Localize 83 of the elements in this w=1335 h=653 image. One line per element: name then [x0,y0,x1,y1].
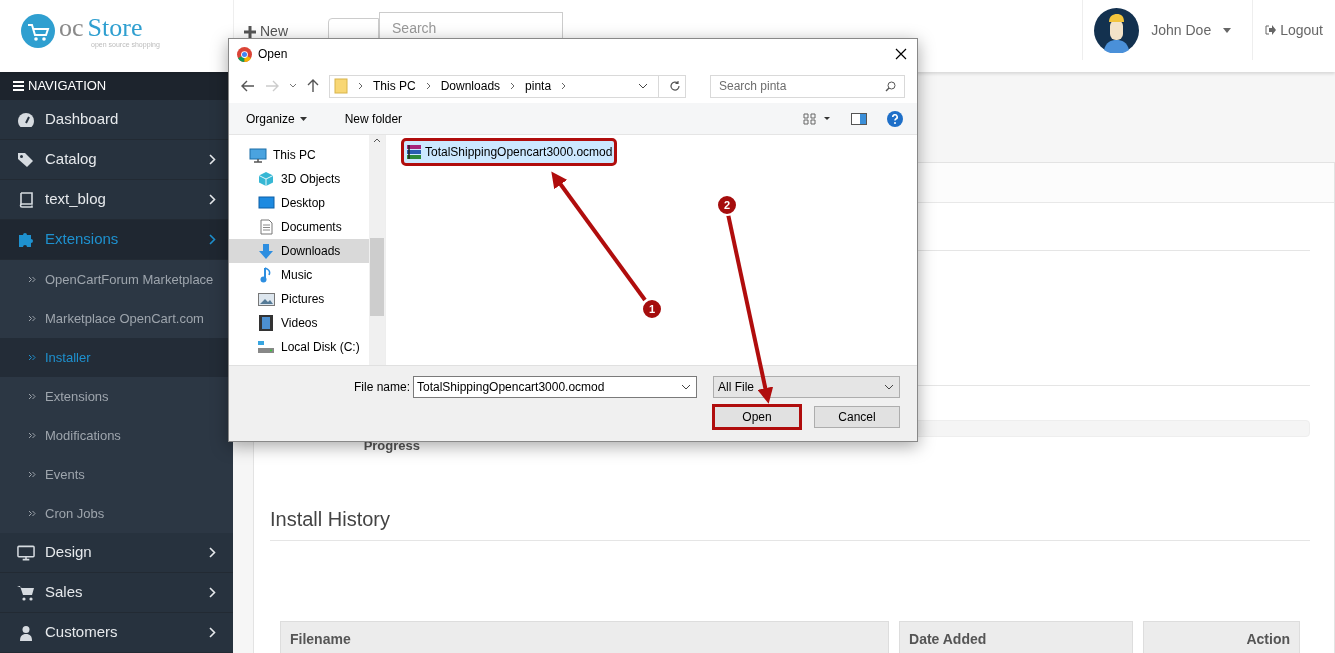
avatar [1094,7,1140,53]
navigation-heading: NAVIGATION [28,77,107,96]
logout-link[interactable]: Logout [1253,19,1335,41]
scrollbar[interactable] [369,135,385,365]
cart-icon [17,584,35,601]
plus-icon [244,25,256,38]
chevron-down-icon[interactable] [289,83,297,89]
column-header: Filename [280,620,890,653]
double-chevron-icon [28,432,36,439]
file-name-field[interactable]: TotalShippingOpencart3000.ocmod [413,376,697,398]
logo-cart-icon [21,14,55,48]
double-chevron-icon [28,354,36,361]
chevron-down-icon [884,384,894,390]
breadcrumb-item[interactable]: Downloads [440,77,501,95]
dialog-title: Open [258,46,288,63]
archive-icon [406,144,422,160]
refresh-icon[interactable] [669,80,681,92]
puzzle-icon [17,231,35,248]
folder-nav-item[interactable]: Downloads [229,239,369,263]
nav-subitem[interactable]: Events [0,455,233,494]
nav-item[interactable]: Sales [0,573,233,613]
column-header: Date Added [899,620,1133,653]
organize-menu-button[interactable]: Organize [246,109,307,128]
view-options-icon[interactable] [803,112,831,125]
caret-down-icon [1223,27,1232,33]
new-folder-button[interactable]: New folder [344,109,403,128]
chevron-down-icon [681,384,691,390]
nav-subitem[interactable]: Cron Jobs [0,494,233,533]
logo-prefix: oc [59,14,84,41]
help-icon[interactable] [887,110,903,127]
double-chevron-icon [28,510,36,517]
nav-item[interactable]: Design [0,533,233,573]
film-icon [259,315,273,331]
breadcrumb-item[interactable]: This PC [373,77,416,95]
user-icon [18,624,34,641]
cancel-button[interactable]: Cancel [814,406,900,428]
chevron-down-icon[interactable] [638,83,648,89]
address-bar[interactable]: This PC Downloads pinta [329,74,686,98]
landscape-icon [257,292,275,306]
file-item[interactable]: TotalShippingOpencart3000.ocmod [404,141,615,163]
file-type-dropdown[interactable]: All File [713,376,900,398]
computer-icon [249,147,267,163]
cube-icon [258,171,274,187]
new-button[interactable]: New [244,21,288,42]
gauge-icon [17,111,35,128]
breadcrumb-chevron-icon [425,82,431,90]
scroll-up-icon [373,138,381,143]
document-icon [259,219,273,235]
menu-icon [13,81,24,91]
drive-icon [257,340,275,354]
open-button[interactable]: Open [714,406,800,428]
monitor-icon [17,544,35,561]
double-chevron-icon [28,471,36,478]
book-icon [18,191,34,208]
caret-down-icon [299,116,307,121]
nav-item[interactable]: Customers [0,613,233,653]
nav-subitem[interactable]: Modifications [0,416,233,455]
up-arrow-icon[interactable] [307,79,319,93]
section-title: Install History [270,506,392,532]
tags-icon [17,151,35,168]
breadcrumb-chevron-icon [510,82,516,90]
desktop-icon [257,196,275,210]
folder-search-field[interactable]: Search pinta [710,74,905,98]
close-icon[interactable] [895,48,907,60]
breadcrumb-chevron-icon [358,82,363,90]
double-chevron-icon [28,393,36,400]
preview-pane-icon[interactable] [851,112,867,125]
back-arrow-icon[interactable] [241,80,255,92]
breadcrumb-chevron-icon [561,82,567,90]
column-header: Action [1142,620,1300,653]
file-name-label: File name: [353,379,410,396]
sign-out-icon [1265,25,1277,35]
double-chevron-icon [28,315,36,322]
browser-logo-icon [237,46,252,62]
double-chevron-icon [28,276,36,283]
down-arrow-icon [258,242,274,260]
progress-label: Progress [362,437,420,455]
breadcrumb-item[interactable]: pinta [525,77,552,95]
search-icon [885,80,896,92]
logo-name: Store [87,14,143,41]
folder-icon [334,78,348,94]
user-name[interactable]: John Doe [1151,19,1212,41]
music-note-icon [260,267,272,283]
